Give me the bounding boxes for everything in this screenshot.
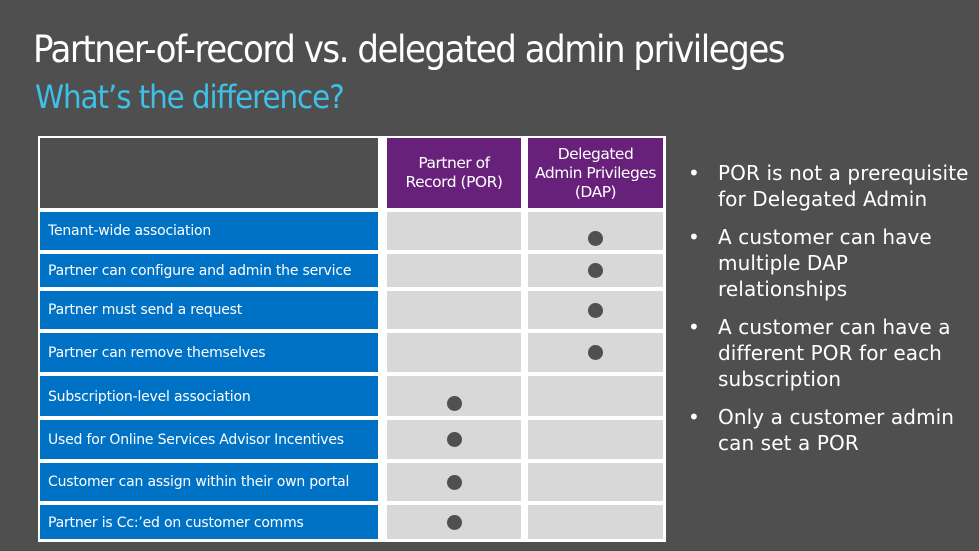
por-mark-cell: [387, 463, 521, 501]
note-item: • A customer can have multiple DAP relati…: [688, 224, 978, 302]
row-label: Tenant-wide association: [40, 212, 378, 250]
por-mark-cell: [387, 420, 521, 459]
bullet-icon: •: [688, 225, 700, 249]
row-label: Partner can remove themselves: [40, 333, 378, 372]
dap-mark-cell: [528, 254, 663, 287]
dap-mark-cell: [528, 212, 663, 250]
dap-mark-cell: [528, 420, 663, 459]
note-text: Only a customer admin can set a POR: [718, 405, 955, 455]
slide-title: Partner-of-record vs. delegated admin pr…: [33, 28, 786, 71]
por-mark-cell: [387, 333, 521, 372]
check-dot-icon: [588, 263, 603, 278]
bullet-icon: •: [688, 405, 700, 429]
header-dap-line: (DAP): [574, 182, 617, 201]
header-dap: Delegated Admin Privileges (DAP): [528, 138, 663, 208]
check-dot-icon: [446, 432, 462, 447]
row-label: Used for Online Services Advisor Incenti…: [40, 420, 378, 459]
dap-mark-cell: [528, 376, 663, 416]
por-mark-cell: [387, 212, 521, 250]
row-label: Subscription-level association: [40, 376, 378, 416]
por-mark-cell: [387, 291, 521, 329]
por-mark-cell: [387, 505, 521, 539]
header-dap-line: Delegated: [557, 144, 634, 163]
note-item: • Only a customer admin can set a POR: [688, 404, 978, 456]
note-text: A customer can have a different POR for …: [718, 315, 951, 391]
note-text: A customer can have multiple DAP relatio…: [718, 225, 932, 301]
dap-mark-cell: [528, 463, 663, 501]
check-dot-icon: [588, 302, 603, 318]
bullet-icon: •: [688, 315, 700, 339]
note-text: POR is not a prerequisite for Delegated …: [718, 161, 969, 211]
slide-subtitle: What’s the difference?: [35, 78, 345, 116]
check-dot-icon: [446, 474, 462, 490]
note-item: • A customer can have a different POR for…: [688, 314, 978, 392]
bullet-icon: •: [688, 161, 700, 185]
row-label: Customer can assign within their own por…: [40, 463, 378, 501]
dap-mark-cell: [528, 505, 663, 539]
header-blank-cell: [40, 138, 378, 208]
note-item: • POR is not a prerequisite for Delegated…: [688, 160, 978, 212]
check-dot-icon: [446, 395, 462, 411]
row-label: Partner can configure and admin the serv…: [40, 254, 378, 287]
comparison-table: Partner of Record (POR) Delegated Admin …: [38, 136, 666, 542]
header-dap-line: Admin Privileges: [535, 163, 656, 182]
dap-mark-cell: [528, 333, 663, 372]
check-dot-icon: [588, 230, 603, 246]
header-por-line: Partner of: [418, 154, 490, 172]
check-dot-icon: [588, 345, 603, 360]
row-label: Partner must send a request: [40, 291, 378, 329]
dap-mark-cell: [528, 291, 663, 329]
por-mark-cell: [387, 376, 521, 416]
header-por-line: Record (POR): [405, 173, 503, 191]
por-mark-cell: [387, 254, 521, 287]
header-por: Partner of Record (POR): [387, 138, 521, 208]
notes-list: • POR is not a prerequisite for Delegated…: [688, 160, 978, 468]
check-dot-icon: [446, 514, 462, 530]
row-label: Partner is Cc:’ed on customer comms: [40, 505, 378, 539]
